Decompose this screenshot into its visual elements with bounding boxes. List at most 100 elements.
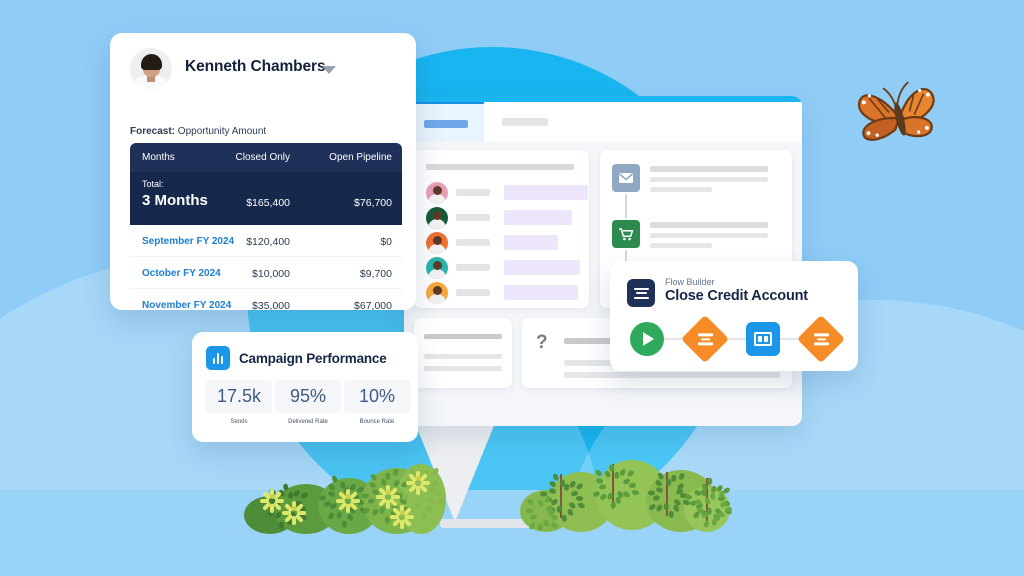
leaf — [696, 508, 705, 514]
flower — [282, 500, 306, 525]
contact-name-placeholder — [456, 264, 490, 271]
row-closed-amount: $120,400 — [246, 236, 290, 248]
table-total-row: Total: 3 Months $165,400 $76,700 — [130, 172, 402, 225]
forecast-label: Forecast: — [130, 126, 176, 137]
column-header-open: Open Pipeline — [329, 152, 392, 163]
campaign-stats: 17.5k Sends 95% Delivered Rate 10% Bounce Rat… — [206, 380, 410, 425]
placeholder-bar — [424, 366, 502, 371]
avatar — [426, 282, 448, 304]
flower — [336, 488, 360, 513]
forecast-table: Months Closed Only Open Pipeline Total: … — [130, 143, 402, 310]
assignment-icon — [697, 333, 713, 345]
row-month[interactable]: November FY 2024 — [142, 300, 231, 310]
flower — [260, 488, 284, 513]
stat-label: Delivered Rate — [288, 419, 328, 425]
forecast-card: Kenneth Chambers Forecast: Opportunity A… — [110, 33, 416, 310]
start-node[interactable] — [630, 322, 664, 356]
stat-value: 95% — [275, 380, 341, 413]
avatar — [426, 207, 448, 229]
chevron-down-icon[interactable] — [322, 66, 336, 74]
stat-label: Bounce Rate — [359, 419, 395, 425]
contact-name-placeholder — [456, 189, 490, 196]
contact-list-panel — [414, 150, 589, 308]
forecast-value: Opportunity Amount — [177, 126, 267, 137]
table-row[interactable]: October FY 2024 $10,000 $9,700 — [130, 257, 402, 289]
total-closed-amount: $165,400 — [246, 197, 290, 209]
play-icon — [643, 332, 654, 346]
row-open-amount: $67,000 — [354, 300, 392, 310]
avatar-hair — [140, 54, 162, 70]
contact-name-placeholder — [456, 239, 490, 246]
leaf — [434, 490, 443, 496]
panel-title-placeholder — [426, 164, 574, 170]
table-row[interactable]: September FY 2024 $120,400 $0 — [130, 225, 402, 257]
total-open-amount: $76,700 — [354, 197, 392, 209]
assignment-node[interactable] — [680, 314, 730, 364]
flower — [376, 484, 400, 509]
forecast-subtitle: Forecast: Opportunity Amount — [130, 126, 266, 137]
stat-label: Sends — [230, 419, 248, 425]
placeholder-bar — [424, 334, 502, 339]
list-item[interactable] — [426, 182, 588, 204]
avatar — [426, 257, 448, 279]
contact-name-placeholder — [456, 289, 490, 296]
avatar — [426, 232, 448, 254]
leaf — [318, 495, 326, 501]
list-item[interactable] — [426, 282, 586, 304]
row-month[interactable]: October FY 2024 — [142, 268, 221, 279]
forecast-rows: September FY 2024 $120,400 $0 October FY 20… — [130, 225, 402, 310]
leaf — [710, 492, 716, 500]
row-open-amount: $9,700 — [359, 268, 392, 280]
timeline-text-placeholders — [650, 166, 768, 197]
progress-placeholder — [504, 260, 580, 275]
bush-right — [520, 452, 733, 534]
table-row[interactable]: November FY 2024 $35,000 $67,000 — [130, 289, 402, 310]
forecast-card-header: Kenneth Chambers — [130, 48, 402, 92]
leaf — [610, 501, 616, 509]
total-period: 3 Months — [142, 192, 208, 209]
placeholder-bar — [564, 372, 780, 378]
progress-placeholder — [504, 185, 588, 200]
timeline-connector — [625, 194, 627, 218]
leaf — [385, 473, 390, 481]
flower — [390, 504, 414, 529]
timeline-text-placeholders — [650, 222, 768, 253]
assignment-node-2[interactable] — [796, 314, 846, 364]
monarch-butterfly — [852, 72, 948, 158]
tab-label-placeholder — [502, 118, 548, 126]
column-header-months: Months — [142, 152, 175, 163]
tab-inactive[interactable] — [490, 102, 570, 142]
tab-label-placeholder — [424, 120, 468, 128]
ground-band — [0, 490, 1024, 576]
campaign-card-header: Campaign Performance — [206, 346, 387, 370]
list-item[interactable] — [426, 257, 586, 279]
list-item[interactable] — [426, 207, 586, 229]
row-month[interactable]: September FY 2024 — [142, 236, 234, 247]
app-tab-strip — [404, 102, 802, 142]
flow-node-row — [630, 314, 846, 364]
tab-active[interactable] — [412, 102, 484, 142]
table-header-row: Months Closed Only Open Pipeline — [130, 143, 402, 172]
progress-placeholder — [504, 235, 558, 250]
assignment-icon — [813, 333, 829, 345]
leaf — [551, 472, 559, 481]
row-closed-amount: $10,000 — [252, 268, 290, 280]
screen-icon — [754, 332, 772, 346]
leaf — [560, 479, 566, 487]
avatar — [130, 48, 172, 90]
leaf — [421, 512, 427, 520]
leaf — [647, 490, 655, 496]
flower — [406, 470, 430, 495]
flow-builder-icon — [627, 279, 655, 307]
leaf — [575, 495, 583, 501]
row-open-amount: $0 — [380, 236, 392, 248]
screen-node[interactable] — [746, 322, 780, 356]
avatar — [426, 182, 448, 204]
list-item[interactable] — [426, 232, 586, 254]
shopping-cart-icon — [612, 220, 640, 248]
campaign-title: Campaign Performance — [239, 350, 387, 366]
progress-placeholder — [504, 210, 572, 225]
bush-left — [244, 462, 447, 534]
progress-placeholder — [504, 285, 578, 300]
campaign-performance-card: Campaign Performance 17.5k Sends 95% Delive… — [192, 332, 418, 442]
